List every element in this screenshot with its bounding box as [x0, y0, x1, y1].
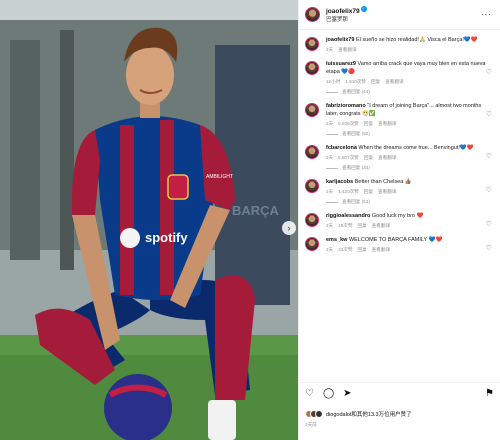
send-icon[interactable]: ➤ [343, 388, 351, 399]
comment-meta-item[interactable]: 回复 [357, 247, 366, 252]
comment-like-icon[interactable]: ♡ [486, 244, 492, 252]
comment-meta-item[interactable]: 查看翻译 [372, 223, 390, 228]
author-username[interactable]: joaofelix79 [326, 8, 360, 15]
view-replies-button[interactable]: 查看回复 (50) [326, 131, 486, 137]
comment-meta-item: 6,938次赞 [338, 121, 359, 126]
comment-item: fcbarcelona When the dreams come true...… [299, 144, 500, 171]
comment-icon[interactable]: ◯ [323, 388, 334, 399]
commenter-avatar[interactable] [305, 145, 319, 159]
comment-like-icon[interactable]: ♡ [486, 68, 492, 76]
comment-meta-item[interactable]: 回复 [364, 189, 373, 194]
comment-meta-item: 2天 [326, 47, 334, 52]
sponsor-text: spotify [145, 230, 188, 245]
commenter-username[interactable]: luissuarez9 [326, 61, 356, 67]
comment-like-icon[interactable]: ♡ [486, 220, 492, 228]
comment-item: joaofelix79 El sueño se hizo realidad!🙏 … [299, 36, 500, 53]
commenter-avatar[interactable] [305, 213, 319, 227]
commenter-username[interactable]: joaofelix79 [326, 37, 354, 43]
comment-list: joaofelix79 El sueño se hizo realidad!🙏 … [299, 36, 500, 378]
commenter-username[interactable]: fcbarcelona [326, 145, 357, 151]
post-sidebar: joaofelix79 ✓ 巴塞罗那 ··· joaofelix79 El sue… [298, 0, 500, 440]
comment-meta: 2天 查看翻译 [326, 47, 486, 53]
comment-meta-item[interactable]: 回复 [371, 79, 380, 84]
commenter-avatar[interactable] [305, 179, 319, 193]
post-photo[interactable]: BARÇA spotify AMBILIGHT › [0, 0, 298, 440]
post-date: 2天前 [305, 422, 317, 427]
comment-item: ems_kw WELCOME TO BARÇA FAMILY 💙❤️ 2天 33次赞… [299, 236, 500, 253]
comment-meta: 2天 1,420次赞 回复 查看翻译 [326, 189, 486, 195]
view-replies-label: 查看回复 (50) [342, 131, 370, 136]
comment-text: WELCOME TO BARÇA FAMILY 💙❤️ [348, 237, 443, 243]
comment-meta-item[interactable]: 回复 [364, 155, 373, 160]
comment-text: When the dreams come true... Benvingut!💙… [358, 145, 474, 151]
comment-meta-item: 12小时 [326, 79, 341, 84]
comment-meta-item[interactable]: 查看翻译 [385, 79, 403, 84]
comment-item: fabrizioromano "I dream of joining Barça… [299, 102, 500, 137]
comment-like-icon[interactable]: ♡ [486, 186, 492, 194]
comment-meta-item: 查看翻译 [338, 47, 357, 52]
comment-meta-item[interactable]: 查看翻译 [372, 247, 390, 252]
comment-meta-item[interactable]: 查看翻译 [378, 121, 396, 126]
comment-text: El sueño se hizo realidad!🙏 Visca el Bar… [355, 37, 478, 43]
heart-icon[interactable]: ♡ [305, 388, 314, 399]
view-replies-label: 查看回复 (53) [342, 199, 370, 204]
comment-text: Better than Chelsea 👍🏽 [354, 179, 412, 185]
comment-meta-item[interactable]: 查看翻译 [378, 155, 396, 160]
liker-avatar [315, 410, 323, 418]
commenter-username[interactable]: fabrizioromano [326, 103, 366, 109]
comment-like-icon[interactable]: ♡ [486, 110, 492, 118]
more-options-icon[interactable]: ··· [481, 10, 492, 19]
next-photo-button[interactable]: › [282, 221, 296, 235]
likes-text: diogodalot和其他13.3万位用户赞了 [326, 412, 412, 418]
comment-meta-item: 2天 [326, 155, 334, 160]
comment-meta: 12小时 1,910次赞 回复 查看翻译 [326, 79, 486, 85]
comment-meta-item: 33次赞 [338, 247, 353, 252]
commenter-avatar[interactable] [305, 103, 319, 117]
commenter-avatar[interactable] [305, 237, 319, 251]
likes-summary[interactable]: diogodalot和其他13.3万位用户赞了 [305, 410, 412, 418]
comment-text: Good luck my bro ❤️ [371, 213, 424, 219]
author-location[interactable]: 巴塞罗那 [326, 16, 367, 25]
comment-meta-item[interactable]: 查看翻译 [378, 189, 396, 194]
player-image: BARÇA spotify AMBILIGHT [0, 0, 298, 440]
view-replies-button[interactable]: 查看回复 (53) [326, 199, 486, 205]
comment-meta-item: 2天 [326, 121, 334, 126]
comment-meta-item: 2天 [326, 223, 334, 228]
comment-meta: 2天 19次赞 回复 查看翻译 [326, 223, 486, 229]
view-replies-label: 查看回复 (34) [342, 165, 370, 170]
comment-meta-item: 1,420次赞 [338, 189, 359, 194]
commenter-username[interactable]: karljacobs [326, 179, 353, 185]
commenter-username[interactable]: riggioalessandro [326, 213, 370, 219]
comment-meta-item: 5,807次赞 [338, 155, 359, 160]
comment-meta-item: 1,910次赞 [345, 79, 366, 84]
comment-meta-item[interactable]: 回复 [357, 223, 366, 228]
comment-meta: 2天 6,938次赞 回复 查看翻译 [326, 121, 486, 127]
background-banner-text: BARÇA [232, 203, 280, 218]
verified-badge-icon: ✓ [360, 5, 367, 12]
comment-meta: 2天 33次赞 回复 查看翻译 [326, 247, 486, 253]
commenter-username[interactable]: ems_kw [326, 237, 347, 243]
action-bar: ♡ ◯ ➤ ⚑ [299, 382, 500, 404]
comment-meta-item: 19次赞 [338, 223, 353, 228]
view-replies-button[interactable]: 查看回复 (44) [326, 89, 486, 95]
comment-item: riggioalessandro Good luck my bro ❤️ 2天 19… [299, 212, 500, 229]
author-avatar[interactable] [305, 7, 320, 22]
commenter-avatar[interactable] [305, 61, 319, 75]
comment-meta-item[interactable]: 回复 [364, 121, 373, 126]
comment-meta: 2天 5,807次赞 回复 查看翻译 [326, 155, 486, 161]
bookmark-icon[interactable]: ⚑ [485, 388, 494, 399]
instagram-post: BARÇA spotify AMBILIGHT › joaofelix79 ✓ … [0, 0, 500, 440]
commenter-avatar[interactable] [305, 37, 319, 51]
comment-like-icon[interactable]: ♡ [486, 152, 492, 160]
post-header: joaofelix79 ✓ 巴塞罗那 ··· [299, 0, 500, 30]
view-replies-button[interactable]: 查看回复 (34) [326, 165, 486, 171]
view-replies-label: 查看回复 (44) [342, 89, 370, 94]
comment-item: karljacobs Better than Chelsea 👍🏽 2天 1,420… [299, 178, 500, 205]
comment-item: luissuarez9 Vamo arriba crack que vaya m… [299, 60, 500, 95]
sleeve-text: AMBILIGHT [206, 174, 233, 180]
comment-meta-item: 2天 [326, 189, 334, 194]
comment-meta-item: 2天 [326, 247, 334, 252]
